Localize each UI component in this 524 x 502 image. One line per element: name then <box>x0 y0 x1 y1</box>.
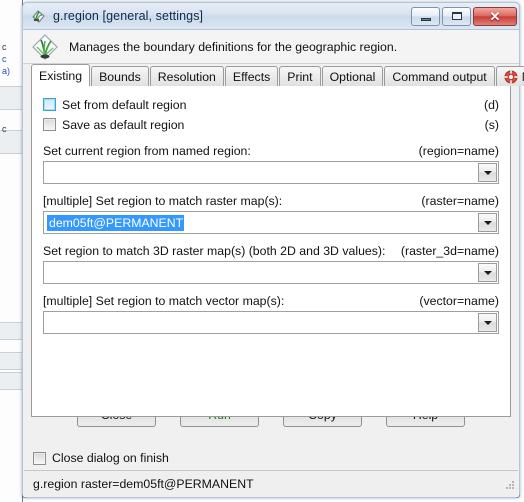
tab-existing-label: Existing <box>39 68 83 83</box>
chevron-down-icon[interactable] <box>478 313 497 332</box>
close-icon: ✕ <box>489 8 501 24</box>
vector-field-param: (vector=name) <box>419 294 499 308</box>
vector-field-label-group: [multiple] Set region to match vector ma… <box>43 294 499 308</box>
tab-command-output[interactable]: Command output <box>384 66 495 86</box>
raster-combobox-value: dem05ft@PERMANENT <box>47 214 185 231</box>
grass-logo-icon <box>31 33 59 61</box>
background-window-line-2: a) <box>2 66 11 76</box>
background-window-line-3: c <box>2 124 7 134</box>
close-button[interactable]: ✕ <box>473 6 517 26</box>
raster-combobox[interactable]: dem05ft@PERMANENT <box>43 211 499 234</box>
raster3d-field-param: (raster_3d=name) <box>400 244 499 258</box>
maximize-icon <box>451 12 462 20</box>
set-from-default-region-label: Set from default region <box>62 97 187 112</box>
close-dialog-on-finish-checkbox[interactable] <box>33 451 46 465</box>
description-bar: Manages the boundary definitions for the… <box>23 30 519 64</box>
window-controls: ✕ <box>411 6 517 26</box>
tab-optional[interactable]: Optional <box>321 66 384 86</box>
vector-field-label: [multiple] Set region to match vector ma… <box>43 294 285 308</box>
tab-resolution-label: Resolution <box>157 69 216 84</box>
row-close-dialog-on-finish[interactable]: Close dialog on finish <box>23 446 519 470</box>
title-bar[interactable]: g.region [general, settings] ✕ <box>23 3 519 30</box>
lifebuoy-icon <box>504 70 518 84</box>
tab-effects[interactable]: Effects <box>224 66 279 86</box>
tab-optional-label: Optional <box>329 69 376 84</box>
region-field-label: Set current region from named region: <box>43 144 251 158</box>
tab-page-existing: Set from default region (d) Save as defa… <box>31 85 511 417</box>
tab-bounds-label: Bounds <box>99 69 141 84</box>
tab-manual[interactable]: Manual <box>495 66 524 86</box>
window-title: g.region [general, settings] <box>53 9 204 23</box>
vector-combobox[interactable] <box>43 311 499 334</box>
save-as-default-region-checkbox[interactable] <box>43 118 56 131</box>
chevron-down-icon[interactable] <box>478 213 497 232</box>
desktop-background: c c a) c g.region [general, settings] ✕ … <box>0 0 524 502</box>
g-region-dialog: g.region [general, settings] ✕ Manages t… <box>22 2 524 498</box>
region-combobox[interactable] <box>43 161 499 184</box>
row-set-from-default-region[interactable]: Set from default region (d) <box>43 95 499 114</box>
save-as-default-region-flag: (s) <box>484 117 499 132</box>
tab-resolution[interactable]: Resolution <box>149 66 224 86</box>
description-text: Manages the boundary definitions for the… <box>69 39 398 54</box>
save-as-default-region-label: Save as default region <box>62 117 185 132</box>
tab-bounds[interactable]: Bounds <box>91 66 149 86</box>
raster-field-label: [multiple] Set region to match raster ma… <box>43 194 283 208</box>
tab-strip: Existing Bounds Resolution Effects Print… <box>23 64 524 86</box>
minimize-button[interactable] <box>411 6 440 26</box>
tab-command-output-label: Command output <box>392 69 487 84</box>
chevron-down-icon[interactable] <box>478 163 497 182</box>
status-bar: g.region raster=dem05ft@PERMANENT <box>24 470 518 496</box>
tab-print[interactable]: Print <box>279 66 321 86</box>
close-dialog-on-finish-label: Close dialog on finish <box>52 451 169 465</box>
status-bar-text: g.region raster=dem05ft@PERMANENT <box>33 476 254 491</box>
grass-module-icon <box>30 8 47 25</box>
background-window-line-1: c <box>2 54 7 64</box>
set-from-default-region-checkbox[interactable] <box>43 98 56 111</box>
minimize-icon <box>420 17 431 21</box>
raster-field-param: (raster=name) <box>421 194 499 208</box>
set-from-default-region-flag: (d) <box>483 97 499 112</box>
background-window-line-0: c <box>2 42 7 52</box>
raster-field-label-group: [multiple] Set region to match raster ma… <box>43 194 499 208</box>
chevron-down-icon[interactable] <box>478 263 497 282</box>
tab-print-label: Print <box>287 69 313 84</box>
background-window[interactable]: c c a) c <box>0 0 23 502</box>
raster3d-combobox[interactable] <box>43 261 499 284</box>
raster3d-field-label: Set region to match 3D raster map(s) (bo… <box>43 244 386 258</box>
region-field-param: (region=name) <box>418 144 499 158</box>
raster3d-field-label-group: Set region to match 3D raster map(s) (bo… <box>43 244 499 258</box>
tab-existing[interactable]: Existing <box>31 64 91 86</box>
row-save-as-default-region[interactable]: Save as default region (s) <box>43 115 499 134</box>
region-field-label-group: Set current region from named region: (r… <box>43 144 499 158</box>
resize-grip-icon[interactable] <box>503 478 515 490</box>
tab-effects-label: Effects <box>232 69 271 84</box>
maximize-button[interactable] <box>442 6 471 26</box>
